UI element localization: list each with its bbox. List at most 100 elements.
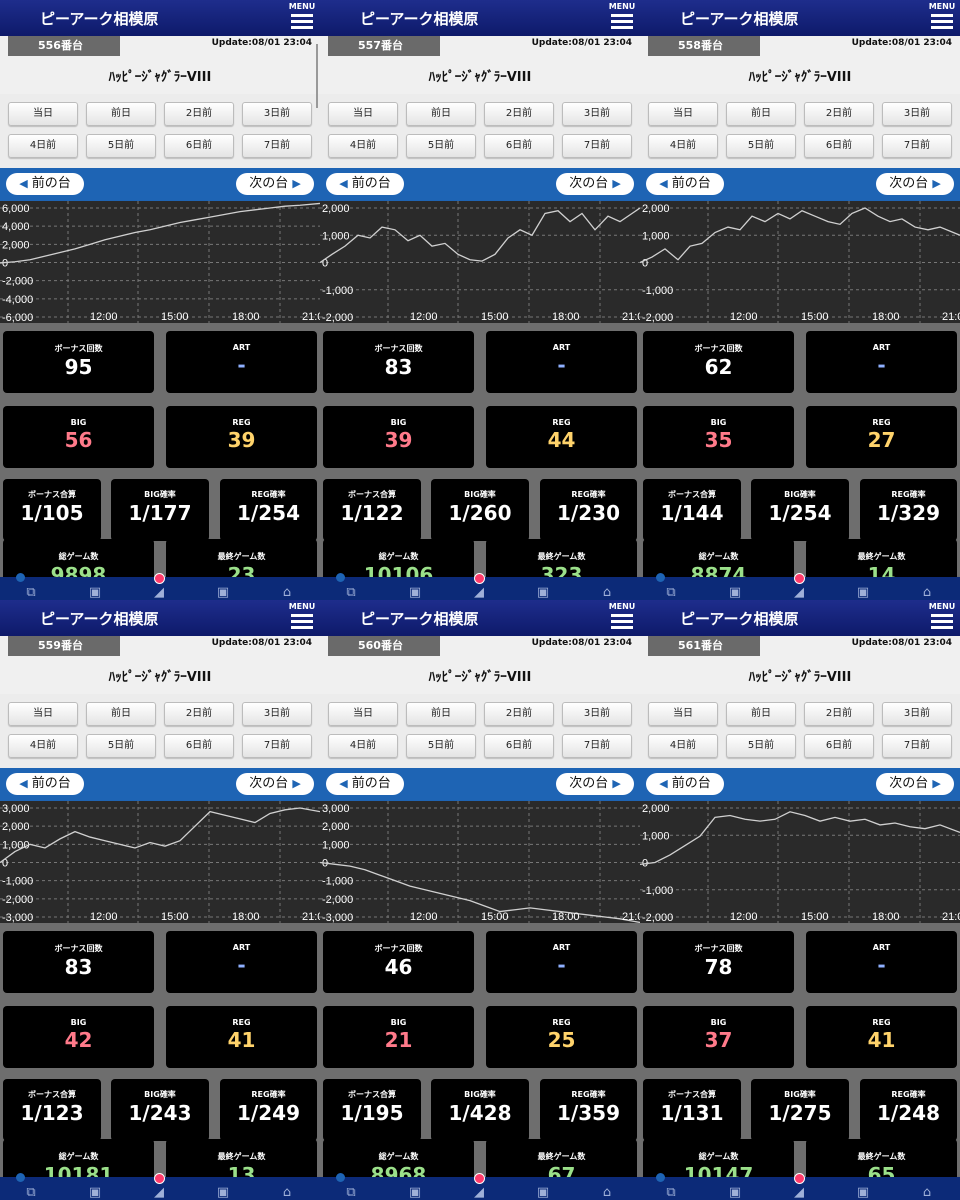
book-icon[interactable]: ⧉ — [660, 585, 682, 600]
machine-number: 561番台 — [648, 636, 760, 656]
slot-machine-icon[interactable]: ▣ — [724, 1185, 746, 1200]
day-button[interactable]: 5日前 — [86, 734, 156, 758]
slot-reel-icon[interactable]: ▣ — [532, 585, 554, 600]
day-button[interactable]: 3日前 — [562, 702, 632, 726]
slot-reel-icon[interactable]: ▣ — [212, 1185, 234, 1200]
slot-reel-icon[interactable]: ▣ — [852, 1185, 874, 1200]
book-icon[interactable]: ⧉ — [340, 585, 362, 600]
day-button[interactable]: 前日 — [406, 102, 476, 126]
day-button[interactable]: 4日前 — [328, 134, 398, 158]
day-button[interactable]: 2日前 — [164, 702, 234, 726]
menu-button[interactable]: MENU — [607, 2, 637, 34]
menu-button[interactable]: MENU — [927, 602, 957, 634]
graph-icon[interactable]: ◢ — [468, 585, 490, 600]
menu-button[interactable]: MENU — [287, 602, 317, 634]
prev-machine-button[interactable]: ◀ 前の台 — [646, 773, 724, 795]
day-button[interactable]: 前日 — [726, 102, 796, 126]
day-button[interactable]: 3日前 — [882, 702, 952, 726]
day-button[interactable]: 当日 — [648, 702, 718, 726]
graph-icon[interactable]: ◢ — [788, 585, 810, 600]
prev-machine-button[interactable]: ◀ 前の台 — [326, 173, 404, 195]
day-button[interactable]: 3日前 — [882, 102, 952, 126]
home-icon[interactable]: ⌂ — [596, 1185, 618, 1200]
day-button[interactable]: 前日 — [406, 702, 476, 726]
day-button[interactable]: 5日前 — [406, 734, 476, 758]
home-icon[interactable]: ⌂ — [276, 585, 298, 600]
day-button[interactable]: 当日 — [8, 102, 78, 126]
prev-machine-button[interactable]: ◀ 前の台 — [646, 173, 724, 195]
book-icon[interactable]: ⧉ — [20, 1185, 42, 1200]
day-button[interactable]: 5日前 — [726, 134, 796, 158]
menu-button[interactable]: MENU — [927, 2, 957, 34]
day-button[interactable]: 当日 — [8, 702, 78, 726]
day-button[interactable]: 当日 — [328, 102, 398, 126]
day-button[interactable]: 2日前 — [804, 702, 874, 726]
menu-button[interactable]: MENU — [287, 2, 317, 34]
stat-value: 1/254 — [768, 501, 832, 525]
day-button[interactable]: 3日前 — [562, 102, 632, 126]
book-icon[interactable]: ⧉ — [340, 1185, 362, 1200]
day-button[interactable]: 前日 — [86, 102, 156, 126]
day-button[interactable]: 7日前 — [242, 134, 312, 158]
day-button[interactable]: 2日前 — [484, 102, 554, 126]
day-button[interactable]: 6日前 — [804, 734, 874, 758]
prev-machine-button[interactable]: ◀ 前の台 — [6, 173, 84, 195]
day-button[interactable]: 6日前 — [164, 734, 234, 758]
day-button[interactable]: 7日前 — [882, 734, 952, 758]
day-button[interactable]: 7日前 — [242, 734, 312, 758]
stat-value: 35 — [704, 428, 733, 452]
next-machine-button[interactable]: 次の台 ▶ — [236, 773, 314, 795]
day-button[interactable]: 3日前 — [242, 102, 312, 126]
slot-reel-icon[interactable]: ▣ — [532, 1185, 554, 1200]
slot-machine-icon[interactable]: ▣ — [404, 1185, 426, 1200]
home-icon[interactable]: ⌂ — [916, 585, 938, 600]
day-button[interactable]: 7日前 — [562, 134, 632, 158]
day-button[interactable]: 5日前 — [86, 134, 156, 158]
day-button[interactable]: 2日前 — [164, 102, 234, 126]
next-machine-button[interactable]: 次の台 ▶ — [556, 773, 634, 795]
next-machine-button[interactable]: 次の台 ▶ — [876, 773, 954, 795]
day-button[interactable]: 前日 — [86, 702, 156, 726]
slot-machine-icon[interactable]: ▣ — [84, 1185, 106, 1200]
day-button[interactable]: 2日前 — [484, 702, 554, 726]
slot-machine-icon[interactable]: ▣ — [84, 585, 106, 600]
day-button[interactable]: 6日前 — [484, 134, 554, 158]
day-button[interactable]: 7日前 — [882, 134, 952, 158]
scrollbar[interactable] — [316, 44, 318, 108]
slot-reel-icon[interactable]: ▣ — [212, 585, 234, 600]
graph-icon[interactable]: ◢ — [148, 585, 170, 600]
next-machine-button[interactable]: 次の台 ▶ — [556, 173, 634, 195]
day-button[interactable]: 7日前 — [562, 734, 632, 758]
day-button[interactable]: 6日前 — [164, 134, 234, 158]
next-machine-button[interactable]: 次の台 ▶ — [236, 173, 314, 195]
prev-machine-button[interactable]: ◀ 前の台 — [326, 773, 404, 795]
next-machine-button[interactable]: 次の台 ▶ — [876, 173, 954, 195]
home-icon[interactable]: ⌂ — [276, 1185, 298, 1200]
day-button[interactable]: 4日前 — [648, 734, 718, 758]
day-button[interactable]: 6日前 — [484, 734, 554, 758]
day-button[interactable]: 4日前 — [8, 134, 78, 158]
graph-icon[interactable]: ◢ — [788, 1185, 810, 1200]
day-button[interactable]: 6日前 — [804, 134, 874, 158]
prev-machine-button[interactable]: ◀ 前の台 — [6, 773, 84, 795]
day-button[interactable]: 4日前 — [328, 734, 398, 758]
home-icon[interactable]: ⌂ — [596, 585, 618, 600]
day-button[interactable]: 前日 — [726, 702, 796, 726]
menu-button[interactable]: MENU — [607, 602, 637, 634]
slot-reel-icon[interactable]: ▣ — [852, 585, 874, 600]
home-icon[interactable]: ⌂ — [916, 1185, 938, 1200]
day-button[interactable]: 4日前 — [648, 134, 718, 158]
graph-icon[interactable]: ◢ — [148, 1185, 170, 1200]
day-button[interactable]: 当日 — [648, 102, 718, 126]
slot-machine-icon[interactable]: ▣ — [724, 585, 746, 600]
day-button[interactable]: 5日前 — [406, 134, 476, 158]
day-button[interactable]: 5日前 — [726, 734, 796, 758]
day-button[interactable]: 2日前 — [804, 102, 874, 126]
book-icon[interactable]: ⧉ — [660, 1185, 682, 1200]
book-icon[interactable]: ⧉ — [20, 585, 42, 600]
day-button[interactable]: 当日 — [328, 702, 398, 726]
graph-icon[interactable]: ◢ — [468, 1185, 490, 1200]
day-button[interactable]: 3日前 — [242, 702, 312, 726]
day-button[interactable]: 4日前 — [8, 734, 78, 758]
slot-machine-icon[interactable]: ▣ — [404, 585, 426, 600]
